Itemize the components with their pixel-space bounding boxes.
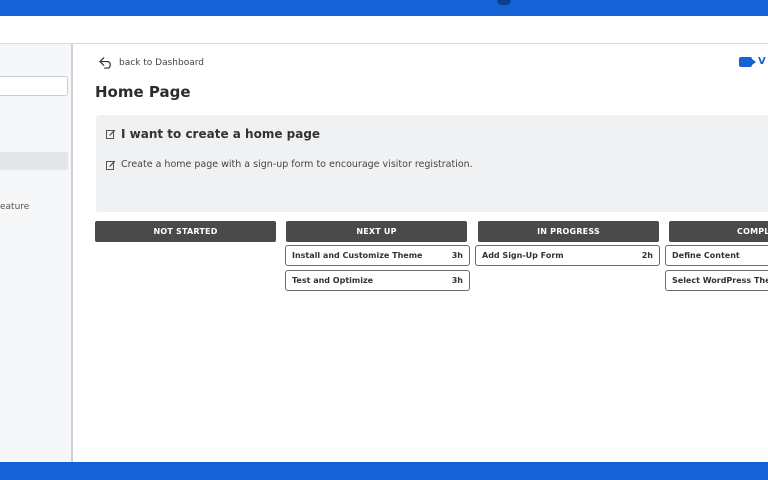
back-to-dashboard-link[interactable]: back to Dashboard bbox=[99, 56, 204, 69]
task-card[interactable]: Define Content bbox=[665, 245, 768, 266]
task-card[interactable]: Install and Customize Theme 3h bbox=[285, 245, 470, 266]
sidebar-item-label[interactable]: eature bbox=[0, 202, 29, 212]
task-estimate: 2h bbox=[641, 251, 653, 260]
app-root: eature back to Dashboard V Home Page I w… bbox=[0, 0, 768, 480]
sidebar-search-input[interactable] bbox=[0, 76, 68, 96]
sidebar: eature bbox=[0, 44, 73, 462]
column-header-in-progress: IN PROGRESS bbox=[478, 221, 659, 242]
column-header-next-up: NEXT UP bbox=[286, 221, 467, 242]
task-card[interactable]: Test and Optimize 3h bbox=[285, 270, 470, 291]
bottom-banner bbox=[0, 462, 768, 480]
story-card: I want to create a home page Create a ho… bbox=[96, 115, 768, 212]
sidebar-active-item[interactable] bbox=[0, 152, 68, 170]
video-camera-icon bbox=[739, 56, 756, 67]
top-banner bbox=[0, 0, 768, 16]
task-name: Define Content bbox=[672, 251, 740, 260]
page-title: Home Page bbox=[95, 83, 191, 101]
task-estimate: 3h bbox=[451, 276, 463, 285]
story-description: Create a home page with a sign-up form t… bbox=[121, 159, 473, 170]
task-name: Install and Customize Theme bbox=[292, 251, 423, 260]
task-name: Select WordPress Theme bbox=[672, 276, 768, 285]
task-card[interactable]: Add Sign-Up Form 2h bbox=[475, 245, 660, 266]
video-button-label: V bbox=[758, 56, 766, 67]
banner-mark bbox=[497, 0, 511, 5]
back-link-label: back to Dashboard bbox=[119, 57, 204, 68]
task-card[interactable]: Select WordPress Theme bbox=[665, 270, 768, 291]
video-button[interactable]: V bbox=[739, 56, 766, 67]
story-title-row: I want to create a home page bbox=[106, 127, 320, 141]
column-header-not-started: NOT STARTED bbox=[95, 221, 276, 242]
back-arrow-icon bbox=[99, 57, 111, 69]
edit-icon[interactable] bbox=[106, 129, 116, 139]
story-title: I want to create a home page bbox=[121, 127, 321, 141]
header-bar bbox=[0, 16, 768, 44]
task-estimate: 3h bbox=[451, 251, 463, 260]
task-name: Test and Optimize bbox=[292, 276, 374, 285]
edit-icon[interactable] bbox=[106, 160, 116, 170]
story-description-row: Create a home page with a sign-up form t… bbox=[106, 159, 473, 170]
main-content: back to Dashboard V Home Page I want to … bbox=[75, 44, 768, 462]
task-name: Add Sign-Up Form bbox=[482, 251, 564, 260]
column-header-complete: COMPL bbox=[669, 221, 768, 242]
